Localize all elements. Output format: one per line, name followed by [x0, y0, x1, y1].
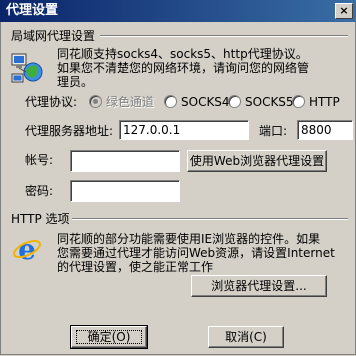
radio-green-channel[interactable] — [89, 95, 102, 108]
window-title: 代理设置 — [6, 3, 59, 18]
svg-text:e: e — [18, 234, 36, 264]
http-description-line3: 的代理设置，使之能正常工作 — [57, 260, 214, 274]
http-group-label: HTTP 选项 — [11, 212, 70, 226]
account-input[interactable] — [70, 150, 180, 172]
port-input[interactable]: 8800 — [297, 120, 353, 140]
radio-http[interactable] — [292, 95, 305, 108]
lan-divider — [100, 35, 348, 37]
use-web-proxy-button[interactable]: 使用Web浏览器代理设置 — [187, 150, 327, 172]
http-divider — [72, 218, 348, 220]
network-icon — [10, 50, 44, 84]
browser-proxy-settings-button[interactable]: 浏览器代理设置... — [191, 275, 327, 297]
internet-explorer-icon: e — [12, 233, 42, 266]
http-description-line2: 您需要通过代理才能访问Web资源，请设置Internet — [57, 246, 335, 260]
title-bar: 代理设置 × — [0, 0, 356, 22]
radio-socks4-label: SOCKS4 — [181, 95, 230, 109]
account-label: 帐号: — [25, 153, 54, 167]
server-address-label: 代理服务器地址: — [25, 124, 114, 138]
server-address-input[interactable]: 127.0.0.1 — [119, 120, 249, 140]
close-button[interactable]: × — [335, 3, 353, 19]
radio-green-channel-label: 绿色通道 — [106, 95, 155, 109]
lan-group-label: 局域网代理设置 — [11, 29, 96, 43]
focus-indicator — [76, 330, 142, 344]
radio-socks4[interactable] — [164, 95, 177, 108]
radio-socks5-label: SOCKS5 — [245, 95, 294, 109]
lan-description-line1: 同花顺支持socks4、socks5、http代理协议。 — [57, 47, 308, 61]
cancel-button[interactable]: 取消(C) — [208, 326, 284, 348]
lan-description-line3: 理员。 — [57, 75, 94, 89]
port-label: 端口: — [259, 124, 288, 138]
password-input[interactable] — [70, 180, 180, 202]
protocol-label: 代理协议: — [25, 95, 78, 109]
ok-button[interactable]: 确定(O) — [70, 325, 148, 349]
radio-socks5[interactable] — [228, 95, 241, 108]
password-label: 密码: — [25, 184, 54, 198]
lan-description-line2: 如果您不清楚您的网络环境，请询问您的网络管 — [57, 61, 310, 75]
http-description-line1: 同花顺的部分功能需要使用IE浏览器的控件。如果 — [57, 232, 321, 246]
close-icon: × — [339, 4, 349, 17]
radio-http-label: HTTP — [309, 95, 340, 109]
